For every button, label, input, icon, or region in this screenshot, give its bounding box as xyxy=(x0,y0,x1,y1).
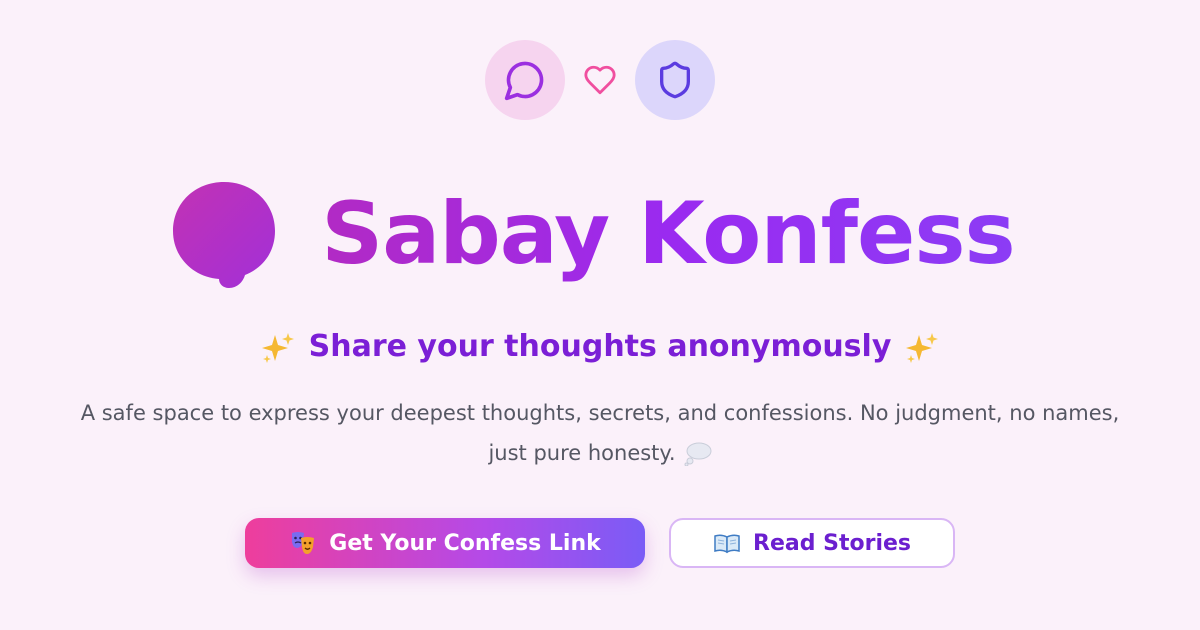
open-book-icon xyxy=(714,534,740,554)
message-circle-badge xyxy=(485,40,565,120)
thought-balloon-icon xyxy=(684,442,712,466)
get-confess-link-label: Get Your Confess Link xyxy=(329,530,601,556)
description-text: A safe space to express your deepest tho… xyxy=(80,401,1120,465)
message-circle-icon xyxy=(504,61,544,101)
tagline-text: Share your thoughts anonymously xyxy=(308,329,892,364)
sparkles-icon xyxy=(906,332,939,363)
heart-icon xyxy=(584,65,616,95)
cta-buttons: Get Your Confess Link Read Stories xyxy=(0,518,1200,568)
shield-icon xyxy=(660,61,690,99)
heart-divider xyxy=(565,40,635,120)
landing-page: Sabay Konfess Share your thoughts anonym… xyxy=(0,0,1200,630)
speech-bubble-icon xyxy=(173,182,276,288)
feature-icons-row xyxy=(0,40,1200,120)
hero-title-row: Sabay Konfess xyxy=(0,178,1200,290)
app-title: Sabay Konfess xyxy=(321,179,1015,289)
tagline: Share your thoughts anonymously xyxy=(0,326,1200,368)
performing-arts-icon xyxy=(292,532,315,554)
shield-badge xyxy=(635,40,715,120)
hero-description: A safe space to express your deepest tho… xyxy=(80,393,1120,473)
read-stories-button[interactable]: Read Stories xyxy=(669,518,955,568)
sparkles-icon xyxy=(261,332,294,363)
get-confess-link-button[interactable]: Get Your Confess Link xyxy=(245,518,645,568)
read-stories-label: Read Stories xyxy=(753,530,911,556)
